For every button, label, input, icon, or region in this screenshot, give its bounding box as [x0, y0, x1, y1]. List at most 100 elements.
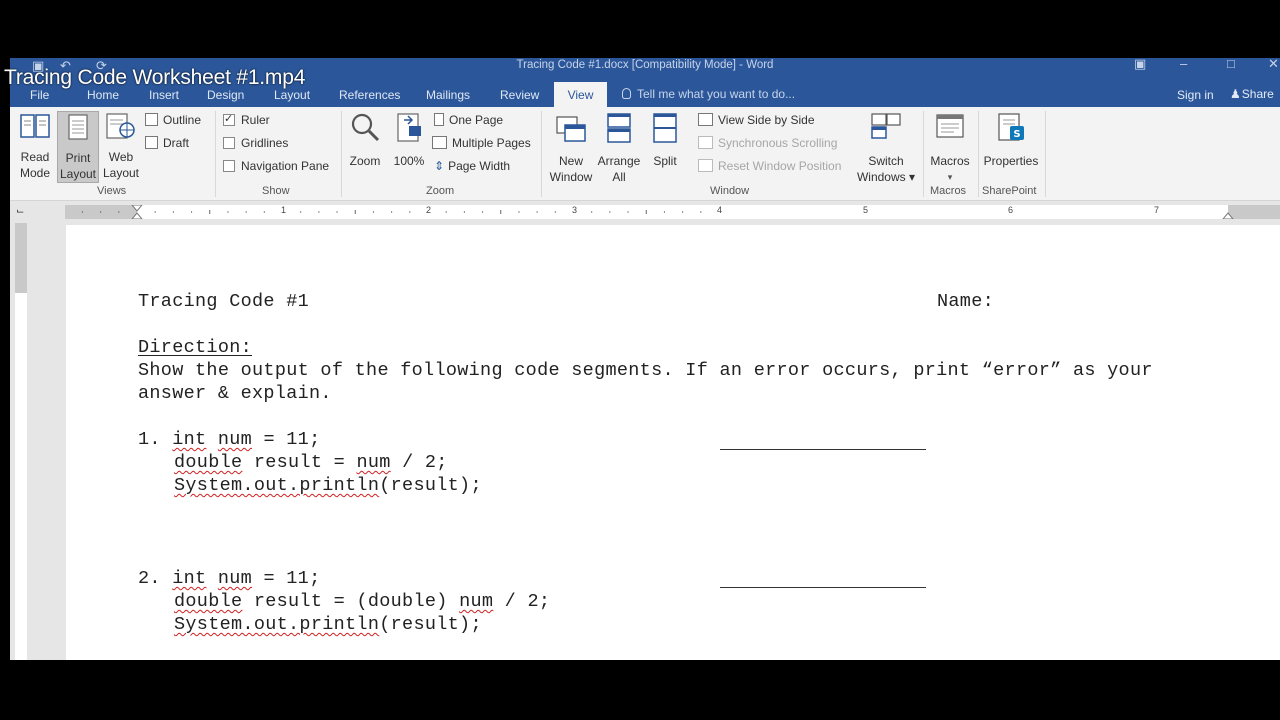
- indent-marker-icon[interactable]: [131, 205, 143, 219]
- question-1-line-1: 1. int num = 11;: [138, 429, 320, 450]
- tab-insert[interactable]: Insert: [149, 88, 179, 102]
- macros-dropdown-arrow-icon[interactable]: ▾: [926, 169, 974, 185]
- direction-heading: Direction:: [138, 337, 253, 358]
- ruler-label: Ruler: [241, 113, 270, 127]
- outline-icon: [145, 113, 158, 126]
- question-1-line-3: System.out.println(result);: [174, 475, 482, 496]
- reset-window-position-button[interactable]: Reset Window Position: [698, 159, 841, 173]
- zoom-100-button[interactable]: 100%: [391, 111, 427, 169]
- switch-windows-icon: [871, 113, 901, 139]
- new-window-icon: [556, 116, 586, 142]
- draft-label: Draft: [163, 136, 190, 150]
- ribbon-view: Read Mode Print Layout Web Layout Outlin…: [10, 107, 1280, 201]
- answer-line-2[interactable]: [720, 587, 926, 588]
- share-button[interactable]: ♟ Share: [1230, 87, 1274, 101]
- tab-mailings[interactable]: Mailings: [426, 88, 470, 102]
- name-label: Name:: [937, 291, 995, 312]
- document-area: Tracing Code #1 Name: Direction: Show th…: [10, 223, 1280, 660]
- multiple-pages-button[interactable]: Multiple Pages: [432, 136, 531, 150]
- ruler-checkbox[interactable]: Ruler: [223, 112, 270, 127]
- ruler-bar: ⌙ 1 2 3 4 5 6 7: [10, 201, 1280, 223]
- tab-review[interactable]: Review: [500, 88, 539, 102]
- tell-me-search[interactable]: Tell me what you want to do...: [622, 87, 795, 101]
- split-icon: [653, 113, 677, 143]
- group-separator: [541, 111, 542, 197]
- close-icon[interactable]: ✕: [1268, 58, 1279, 72]
- sync-scroll-icon: [698, 136, 713, 149]
- tab-home[interactable]: Home: [87, 88, 119, 102]
- sign-in-link[interactable]: Sign in: [1177, 88, 1214, 102]
- properties-button[interactable]: S Properties: [980, 111, 1042, 169]
- tab-view[interactable]: View: [554, 82, 607, 108]
- question-2-line-3: System.out.println(result);: [174, 614, 482, 635]
- navigation-pane-checkbox[interactable]: Navigation Pane: [223, 159, 329, 173]
- zoom-button[interactable]: Zoom: [346, 111, 384, 169]
- show-group-label: Show: [262, 185, 290, 197]
- arrange-all-button[interactable]: Arrange All: [596, 111, 642, 185]
- new-window-button[interactable]: New Window: [546, 111, 596, 185]
- question-number: 2.: [138, 568, 161, 589]
- right-indent-marker-icon[interactable]: [1222, 205, 1234, 219]
- tab-selector-icon[interactable]: ⌙: [16, 206, 27, 217]
- split-label: Split: [653, 154, 677, 168]
- tab-file[interactable]: File: [30, 88, 49, 102]
- page-width-button[interactable]: ⇕ Page Width: [434, 159, 510, 173]
- code-variable: num: [356, 452, 391, 473]
- code-variable: num: [459, 591, 494, 612]
- print-layout-label-2: Layout: [59, 167, 97, 181]
- print-layout-icon: [68, 114, 88, 140]
- gridlines-checkbox[interactable]: Gridlines: [223, 136, 288, 150]
- code-text: result = (double): [242, 591, 460, 612]
- zoom-100-label: 100%: [393, 154, 425, 168]
- direction-text-line-1: Show the output of the following code se…: [138, 360, 1153, 381]
- reset-window-position-label: Reset Window Position: [718, 159, 842, 173]
- code-variable: num: [217, 429, 253, 450]
- tab-design[interactable]: Design: [207, 88, 244, 102]
- draft-button[interactable]: Draft: [145, 136, 189, 150]
- video-title: Tracing Code Worksheet #1.mp4: [4, 66, 306, 89]
- video-frame: Tracing Code Worksheet #1.mp4 ▣ ↶ ⟳ Trac…: [0, 0, 1280, 720]
- code-keyword: int: [172, 429, 207, 450]
- switch-windows-button[interactable]: Switch Windows ▾: [855, 111, 917, 185]
- zoom-label: Zoom: [349, 154, 381, 168]
- one-page-button[interactable]: One Page: [434, 113, 503, 127]
- outline-button[interactable]: Outline: [145, 113, 201, 127]
- web-layout-icon: [106, 113, 135, 139]
- window-group-label: Window: [710, 185, 750, 197]
- document-page[interactable]: Tracing Code #1 Name: Direction: Show th…: [66, 225, 1280, 660]
- doc-title: Tracing Code #1: [138, 291, 310, 312]
- lightbulb-icon: [622, 88, 631, 99]
- magnifier-icon: [351, 113, 380, 142]
- read-mode-button[interactable]: Read Mode: [16, 111, 54, 181]
- question-1-line-2: double result = num / 2;: [174, 452, 448, 473]
- read-mode-label-2: Mode: [19, 166, 51, 180]
- minimize-icon[interactable]: –: [1180, 58, 1187, 71]
- reset-position-icon: [698, 159, 713, 172]
- web-layout-button[interactable]: Web Layout: [101, 111, 141, 181]
- print-layout-button[interactable]: Print Layout: [57, 111, 99, 183]
- maximize-icon[interactable]: □: [1227, 58, 1235, 71]
- macros-button[interactable]: Macros ▾: [926, 111, 974, 185]
- view-side-by-side-button[interactable]: View Side by Side: [698, 113, 815, 127]
- gridlines-label: Gridlines: [241, 136, 289, 150]
- video-letterbox: [0, 660, 1280, 720]
- ribbon-display-icon[interactable]: ▣: [1134, 58, 1146, 72]
- split-button[interactable]: Split: [647, 111, 683, 169]
- code-variable: num: [217, 568, 253, 589]
- properties-label: Properties: [983, 154, 1039, 168]
- direction-text-line-2: answer & explain.: [138, 383, 332, 404]
- tab-layout[interactable]: Layout: [274, 88, 310, 102]
- one-page-icon: [434, 113, 444, 126]
- group-separator: [923, 111, 924, 197]
- new-window-label-2: Window: [549, 170, 593, 184]
- svg-text:S: S: [1013, 129, 1020, 140]
- answer-line-1[interactable]: [720, 449, 926, 450]
- arrange-all-label-1: Arrange: [597, 154, 641, 168]
- view-side-by-side-label: View Side by Side: [718, 113, 815, 127]
- macros-icon: [936, 114, 964, 138]
- horizontal-ruler[interactable]: 1 2 3 4 5 6 7: [65, 205, 1280, 219]
- synchronous-scrolling-button[interactable]: Synchronous Scrolling: [698, 136, 837, 150]
- tab-references[interactable]: References: [339, 88, 400, 102]
- properties-icon: S: [998, 113, 1024, 141]
- vertical-ruler[interactable]: [15, 223, 27, 660]
